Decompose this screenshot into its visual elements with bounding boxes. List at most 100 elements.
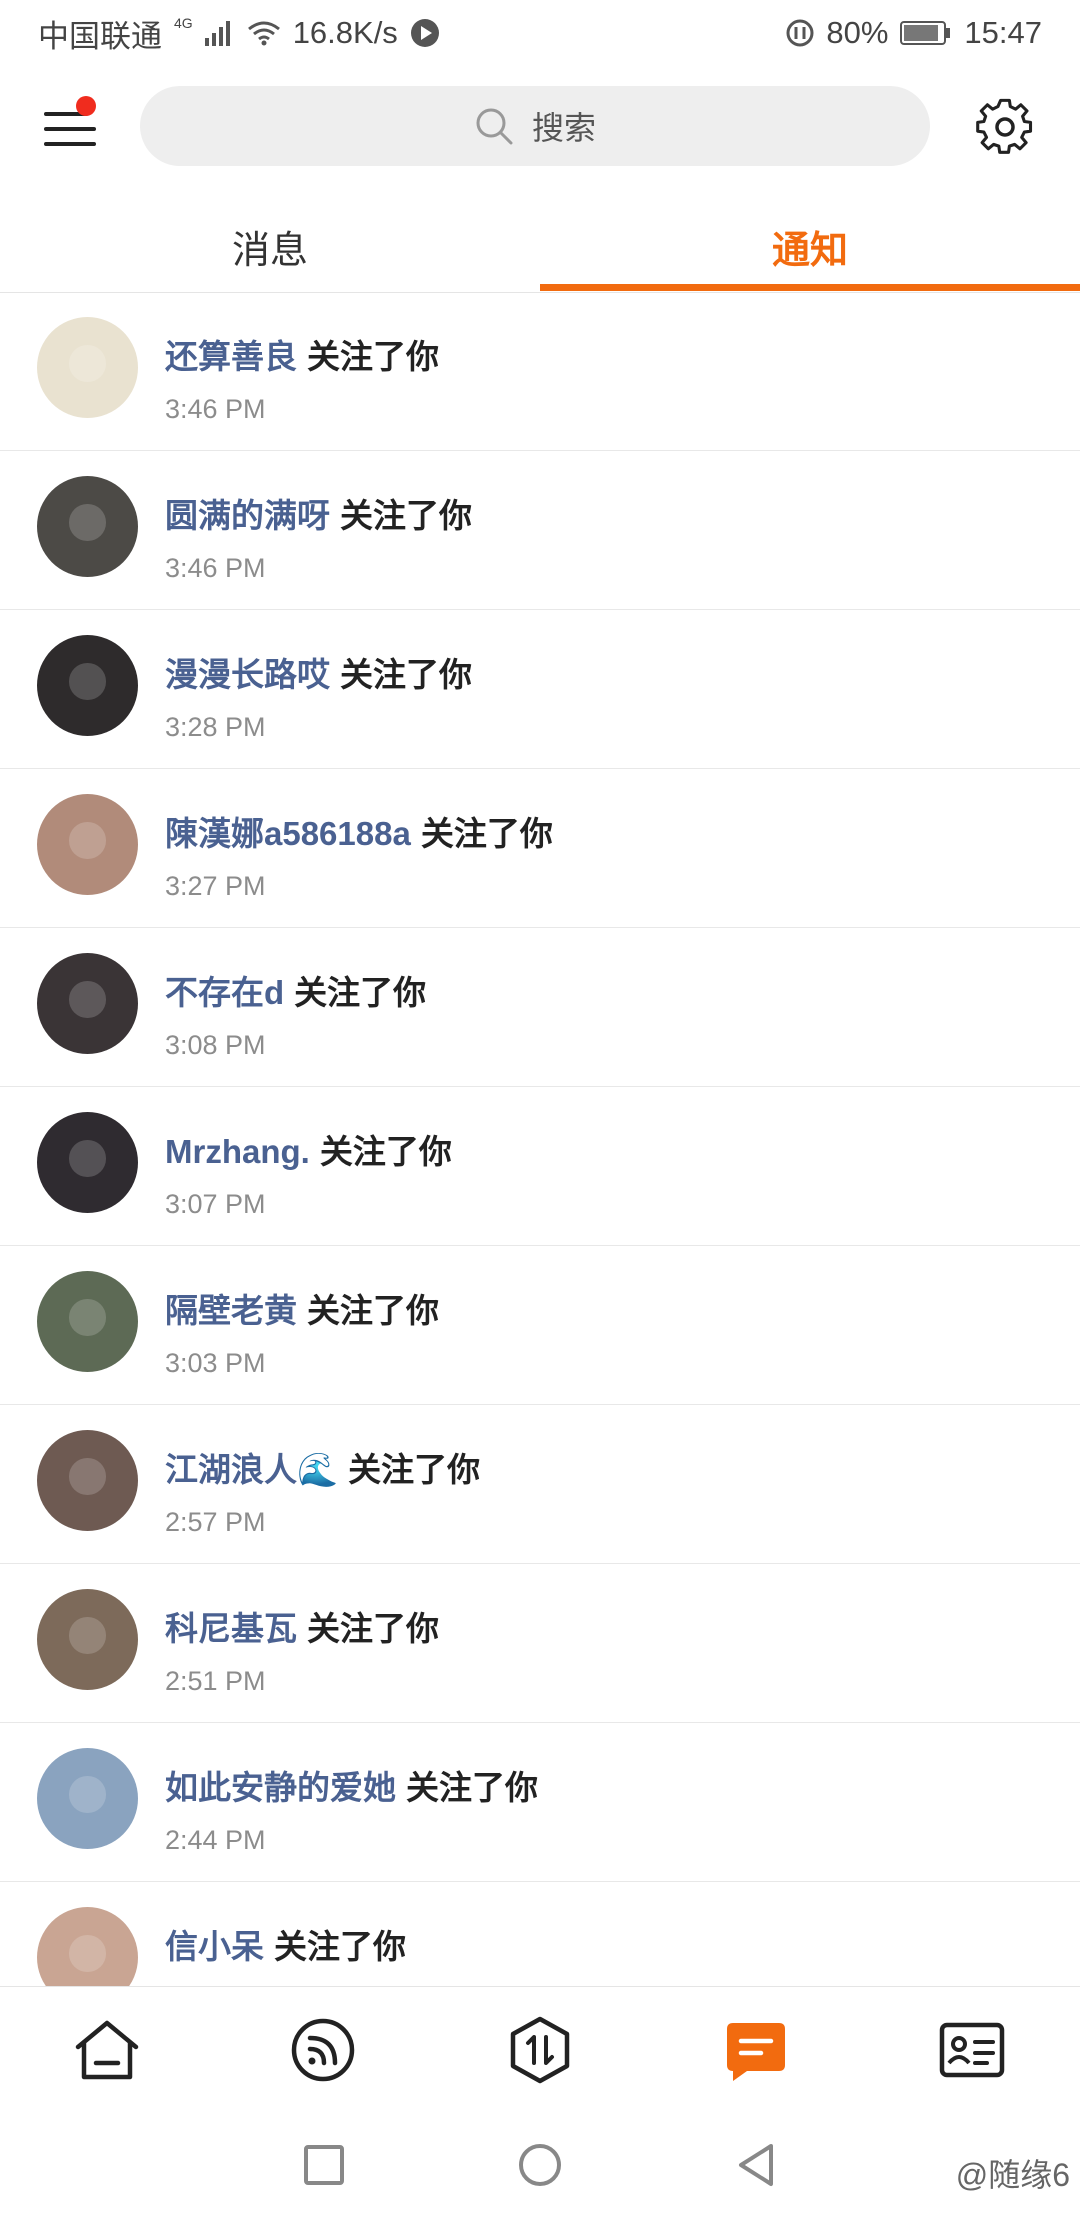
circle-icon xyxy=(519,2144,561,2186)
search-bar[interactable]: 搜索 xyxy=(140,86,930,166)
username[interactable]: 江湖浪人🌊 xyxy=(165,1451,338,1488)
username[interactable]: 漫漫长路哎 xyxy=(165,656,330,693)
top-bar: 搜索 xyxy=(0,84,1080,168)
play-icon xyxy=(410,18,440,48)
battery-icon xyxy=(900,20,952,46)
nav-exchange[interactable] xyxy=(505,2015,575,2085)
list-item[interactable]: 圆满的满呀 关注了你 3:46 PM xyxy=(0,451,1080,610)
avatar[interactable] xyxy=(37,1271,138,1372)
action-text: 关注了你 xyxy=(348,1451,481,1488)
nav-home[interactable] xyxy=(72,2015,142,2085)
list-item[interactable]: 陳漢娜a586188a 关注了你 3:27 PM xyxy=(0,769,1080,928)
recent-apps-button[interactable] xyxy=(299,2140,349,2190)
tab-messages[interactable]: 消息 xyxy=(0,200,540,292)
action-text: 关注了你 xyxy=(307,338,439,375)
message-icon xyxy=(727,2023,785,2081)
tab-bar: 消息 通知 xyxy=(0,200,1080,293)
list-item[interactable]: 隔壁老黄 关注了你 3:03 PM xyxy=(0,1246,1080,1405)
carrier-label: 中国联通 xyxy=(38,18,162,54)
username[interactable]: Mrzhang. xyxy=(165,1133,310,1170)
triangle-back-icon xyxy=(739,2144,773,2186)
timestamp: 3:03 PM xyxy=(165,1348,266,1378)
status-bar: 中国联通 4G 16.8K/s 80% 15:47 xyxy=(0,0,1080,66)
username[interactable]: 陳漢娜a586188a xyxy=(165,815,411,852)
action-text: 关注了你 xyxy=(307,1292,439,1329)
avatar[interactable] xyxy=(37,1907,138,1986)
data-saver-icon xyxy=(786,19,814,47)
nav-feed[interactable] xyxy=(288,2015,358,2085)
list-item[interactable]: 江湖浪人🌊 关注了你 2:57 PM xyxy=(0,1405,1080,1564)
notification-text: 漫漫长路哎 关注了你 xyxy=(165,648,472,696)
contact-card-icon xyxy=(939,2022,1005,2078)
timestamp: 3:07 PM xyxy=(165,1189,266,1219)
settings-button[interactable] xyxy=(974,96,1036,158)
notification-text: 不存在d 关注了你 xyxy=(165,966,426,1014)
notification-text: 如此安静的爱她 关注了你 xyxy=(165,1761,538,1809)
notification-text: 信小呆 关注了你 xyxy=(165,1920,406,1968)
tab-active-indicator xyxy=(540,284,1080,291)
avatar[interactable] xyxy=(37,1748,138,1849)
list-item[interactable]: 如此安静的爱她 关注了你 2:44 PM xyxy=(0,1723,1080,1882)
username[interactable]: 如此安静的爱她 xyxy=(165,1769,396,1806)
notification-text: 江湖浪人🌊 关注了你 xyxy=(165,1443,480,1491)
square-icon xyxy=(304,2145,344,2185)
nav-contacts[interactable] xyxy=(937,2015,1007,2085)
search-icon xyxy=(474,106,514,146)
notification-text: 还算善良 关注了你 xyxy=(165,330,439,378)
timestamp: 2:44 PM xyxy=(165,1825,266,1855)
avatar[interactable] xyxy=(37,794,138,895)
list-item[interactable]: 不存在d 关注了你 3:08 PM xyxy=(0,928,1080,1087)
notification-dot xyxy=(76,96,96,116)
username[interactable]: 隔壁老黄 xyxy=(165,1292,297,1329)
tab-notifications[interactable]: 通知 xyxy=(540,200,1080,292)
timestamp: 2:51 PM xyxy=(165,1666,266,1696)
avatar[interactable] xyxy=(37,635,138,736)
action-text: 关注了你 xyxy=(307,1610,439,1647)
menu-button[interactable] xyxy=(40,96,100,156)
username[interactable]: 圆满的满呀 xyxy=(165,497,330,534)
action-text: 关注了你 xyxy=(274,1928,406,1965)
avatar[interactable] xyxy=(37,476,138,577)
list-item[interactable]: 还算善良 关注了你 3:46 PM xyxy=(0,292,1080,451)
action-text: 关注了你 xyxy=(294,974,427,1011)
back-button[interactable] xyxy=(731,2140,781,2190)
action-text: 关注了你 xyxy=(340,497,472,534)
system-nav-bar: @随缘6 xyxy=(0,2110,1080,2220)
avatar[interactable] xyxy=(37,1589,138,1690)
action-text: 关注了你 xyxy=(406,1769,538,1806)
notification-text: 科尼基瓦 关注了你 xyxy=(165,1602,439,1650)
signal-icon xyxy=(204,20,235,46)
avatar[interactable] xyxy=(37,317,138,418)
username[interactable]: 还算善良 xyxy=(165,338,297,375)
network-type: 4G xyxy=(174,15,193,31)
bottom-nav xyxy=(0,1986,1080,2111)
menu-icon-line xyxy=(44,142,96,146)
wifi-icon xyxy=(247,20,281,46)
exchange-icon xyxy=(510,2016,570,2084)
action-text: 关注了你 xyxy=(340,656,472,693)
notification-text: Mrzhang. 关注了你 xyxy=(165,1125,452,1173)
clock: 15:47 xyxy=(964,15,1042,50)
username[interactable]: 不存在d xyxy=(165,974,284,1011)
avatar[interactable] xyxy=(37,953,138,1054)
menu-icon-line xyxy=(44,127,96,131)
notification-text: 隔壁老黄 关注了你 xyxy=(165,1284,439,1332)
timestamp: 3:27 PM xyxy=(165,871,266,901)
username[interactable]: 科尼基瓦 xyxy=(165,1610,297,1647)
list-item[interactable]: 信小呆 关注了你 xyxy=(0,1882,1080,1986)
avatar[interactable] xyxy=(37,1112,138,1213)
gear-icon xyxy=(976,98,1033,154)
avatar[interactable] xyxy=(37,1430,138,1531)
nav-messages[interactable] xyxy=(721,2015,791,2085)
home-button[interactable] xyxy=(515,2140,565,2190)
watermark: @随缘6 xyxy=(955,2157,1070,2193)
timestamp: 3:08 PM xyxy=(165,1030,266,1060)
list-item[interactable]: 漫漫长路哎 关注了你 3:28 PM xyxy=(0,610,1080,769)
username[interactable]: 信小呆 xyxy=(165,1928,264,1965)
list-item[interactable]: Mrzhang. 关注了你 3:07 PM xyxy=(0,1087,1080,1246)
search-placeholder: 搜索 xyxy=(531,110,596,146)
timestamp: 2:57 PM xyxy=(165,1507,266,1537)
timestamp: 3:46 PM xyxy=(165,394,266,424)
battery-percent: 80% xyxy=(826,15,889,50)
list-item[interactable]: 科尼基瓦 关注了你 2:51 PM xyxy=(0,1564,1080,1723)
